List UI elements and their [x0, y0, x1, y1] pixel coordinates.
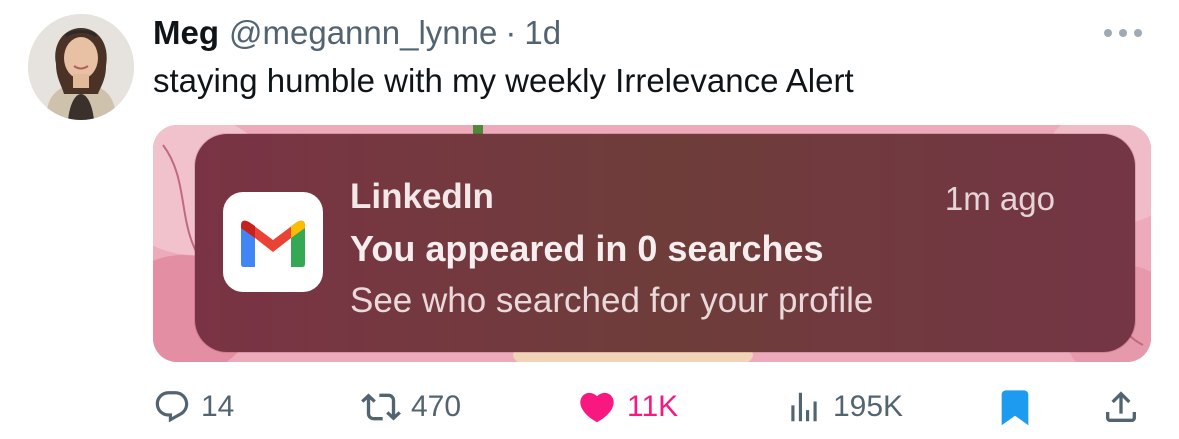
user-handle[interactable]: @megannn_lynne [229, 12, 497, 54]
more-icon[interactable] [1097, 18, 1149, 48]
repost-button[interactable]: 470 [361, 382, 461, 432]
separator-dot: · [505, 14, 517, 51]
display-name[interactable]: Meg [153, 12, 219, 54]
action-bar: 14 470 11K 195K [153, 382, 1149, 432]
tweet: Meg @megannn_lynne · 1d staying humble w… [0, 0, 1179, 439]
views-count: 195K [833, 390, 904, 423]
tweet-header: Meg @megannn_lynne · 1d [153, 12, 561, 54]
reply-count: 14 [201, 390, 235, 423]
like-count: 11K [627, 390, 679, 423]
like-button[interactable]: 11K [577, 382, 678, 432]
post-time[interactable]: 1d [524, 12, 561, 54]
repost-icon [361, 387, 401, 427]
share-button[interactable] [1101, 382, 1141, 432]
avatar[interactable] [28, 14, 134, 120]
notification-card: LinkedIn 1m ago You appeared in 0 search… [195, 134, 1135, 352]
notification-body: See who searched for your profile [350, 281, 874, 320]
views-button[interactable]: 195K [785, 382, 903, 432]
reply-icon [153, 388, 191, 426]
notification-app-name: LinkedIn [350, 177, 494, 216]
notification-title: You appeared in 0 searches [350, 228, 824, 269]
bookmark-icon [995, 387, 1035, 427]
views-icon [785, 388, 823, 426]
reply-button[interactable]: 14 [153, 382, 234, 432]
tweet-text: staying humble with my weekly Irrelevanc… [153, 62, 854, 99]
share-icon [1101, 387, 1141, 427]
gmail-icon [223, 192, 323, 292]
bookmark-button[interactable] [995, 382, 1035, 432]
tweet-media-image[interactable]: LinkedIn 1m ago You appeared in 0 search… [153, 125, 1151, 362]
notification-time: 1m ago [944, 180, 1055, 217]
heart-icon [577, 387, 617, 427]
repost-count: 470 [411, 390, 462, 423]
